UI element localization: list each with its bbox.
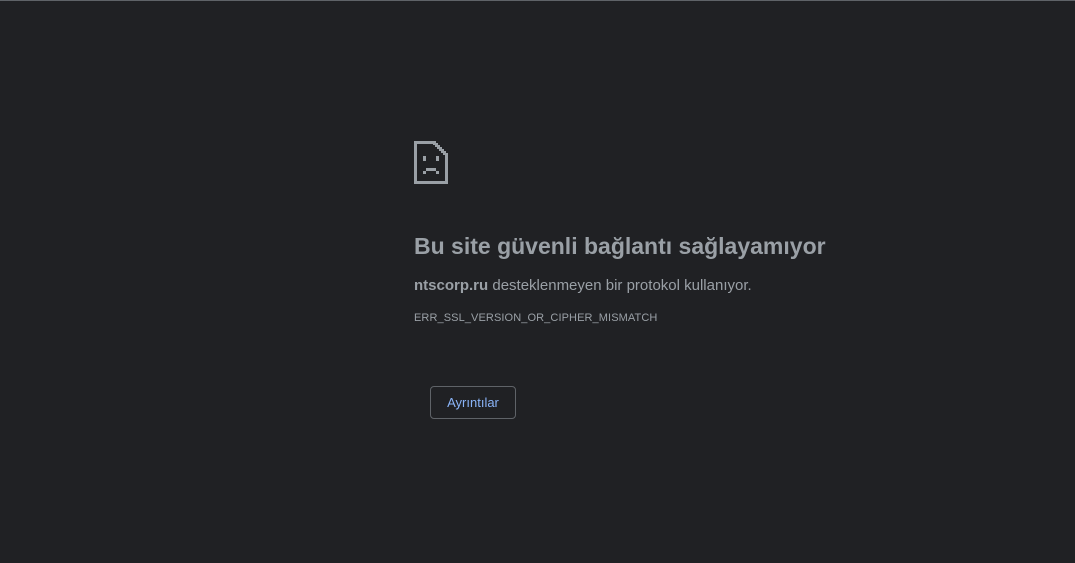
error-host: ntscorp.ru: [414, 277, 489, 294]
error-code: ERR_SSL_VERSION_OR_CIPHER_MISMATCH: [414, 312, 658, 324]
error-content: Bu site güvenli bağlantı sağlayamıyor nt…: [414, 141, 974, 325]
window-top-border: [0, 0, 1075, 1]
error-description-text: desteklenmeyen bir protokol kullanıyor.: [488, 277, 752, 294]
details-button[interactable]: Ayrıntılar: [430, 386, 516, 419]
error-description: ntscorp.ru desteklenmeyen bir protokol k…: [414, 276, 974, 296]
error-title: Bu site güvenli bağlantı sağlayamıyor: [414, 233, 826, 259]
sad-page-icon: [414, 141, 448, 184]
